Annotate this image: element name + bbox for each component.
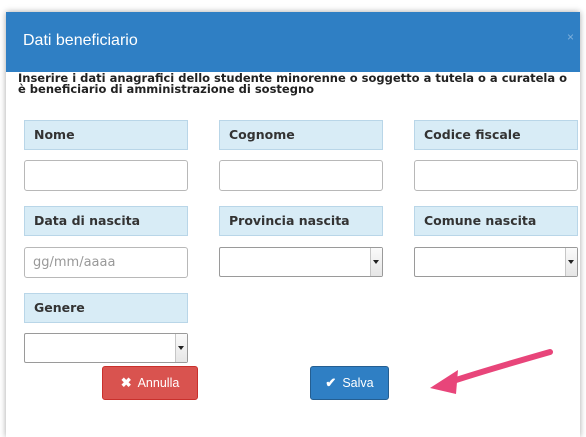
annotation-arrow-icon (430, 349, 553, 394)
dialog-header: Dati beneficiario × (6, 12, 580, 72)
intro-text: Inserire i dati anagrafici dello student… (18, 71, 568, 96)
provincia-nascita-label: Provincia nascita (219, 206, 383, 236)
provincia-nascita-select[interactable] (219, 247, 383, 277)
cancel-button-label: Annulla (137, 376, 180, 390)
times-icon: ✖ (120, 375, 132, 390)
codice-fiscale-input[interactable] (414, 160, 578, 191)
genere-label: Genere (24, 293, 188, 323)
chevron-down-icon (175, 334, 187, 362)
comune-nascita-label: Comune nascita (414, 206, 578, 236)
check-icon: ✔ (325, 375, 337, 390)
nome-label: Nome (24, 120, 188, 150)
chevron-down-icon (565, 248, 577, 276)
data-nascita-input[interactable]: gg/mm/aaaa (24, 247, 188, 278)
cognome-label: Cognome (219, 120, 383, 150)
cognome-input[interactable] (219, 160, 383, 191)
data-nascita-label: Data di nascita (24, 206, 188, 236)
dialog-title: Dati beneficiario (23, 32, 138, 49)
genere-select[interactable] (24, 333, 188, 363)
save-button-label: Salva (342, 376, 374, 390)
cancel-button[interactable]: ✖ Annulla (102, 366, 198, 400)
close-icon[interactable]: × (567, 30, 574, 44)
codice-fiscale-label: Codice fiscale (414, 120, 578, 150)
chevron-down-icon (370, 248, 382, 276)
save-button[interactable]: ✔ Salva (310, 366, 389, 400)
comune-nascita-select[interactable] (414, 247, 578, 277)
nome-input[interactable] (24, 160, 188, 191)
